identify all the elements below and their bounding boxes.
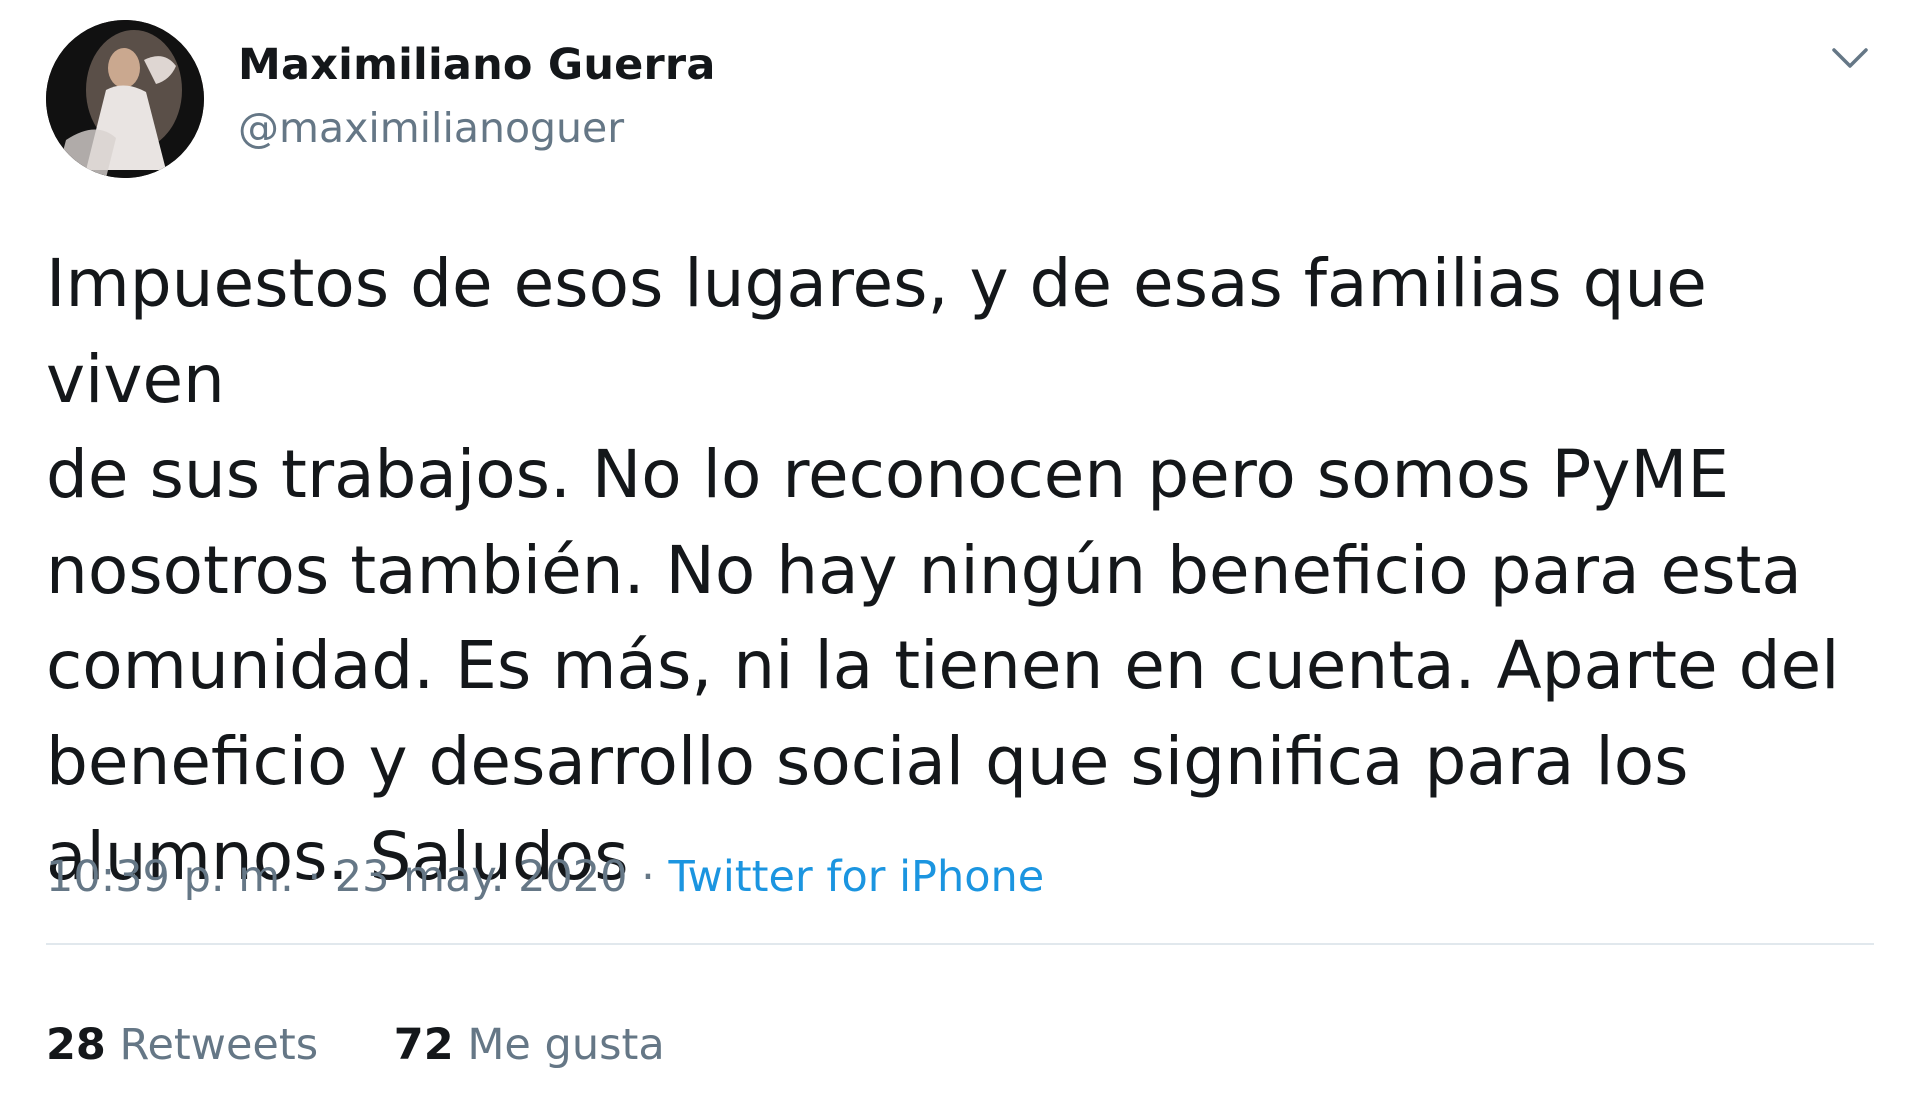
tweet-source-link[interactable]: Twitter for iPhone	[669, 852, 1045, 902]
avatar[interactable]	[46, 20, 204, 178]
tweet-time[interactable]: 10:39 p. m.	[46, 852, 294, 902]
tweet-meta: 10:39 p. m. · 23 may. 2020 · Twitter for…	[46, 852, 1044, 902]
chevron-down-icon[interactable]	[1826, 38, 1874, 78]
likes-stat[interactable]: 72 Me gusta	[394, 1020, 665, 1070]
likes-label: Me gusta	[467, 1020, 665, 1070]
retweets-count: 28	[46, 1020, 106, 1070]
tweet-stats: 28 Retweets 72 Me gusta	[46, 1020, 727, 1070]
likes-count: 72	[393, 1020, 454, 1070]
divider	[46, 943, 1874, 945]
retweets-stat[interactable]: 28 Retweets	[46, 1020, 318, 1070]
tweet-text: Impuestos de esos lugares, y de esas fam…	[46, 245, 1840, 895]
retweets-label: Retweets	[119, 1020, 319, 1070]
author-name[interactable]: Maximiliano Guerra	[238, 40, 716, 90]
meta-separator: ·	[627, 852, 669, 902]
author-handle[interactable]: @maximilianoguer	[238, 104, 624, 152]
tweet-card: Maximiliano Guerra @maximilianoguer Impu…	[0, 0, 1920, 1114]
avatar-image	[46, 20, 204, 178]
tweet-date[interactable]: 23 may. 2020	[335, 852, 628, 902]
meta-separator: ·	[293, 852, 335, 902]
